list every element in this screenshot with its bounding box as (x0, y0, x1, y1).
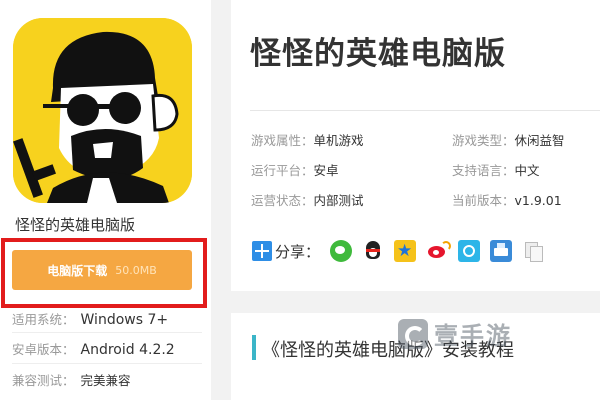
spec-compatibility: 兼容测试： 完美兼容 (12, 370, 131, 389)
attr-value: 安卓 (313, 163, 339, 178)
share-bar: 分享： ★ (252, 238, 554, 264)
share-label: 分享： (275, 242, 321, 261)
attr-value: 单机游戏 (313, 133, 364, 148)
plus-icon[interactable] (252, 241, 272, 261)
spec-label: 安卓版本： (12, 342, 75, 357)
attr-label: 支持语言： (452, 163, 515, 178)
attr-label: 运行平台： (251, 163, 314, 178)
download-file-size: 50.0MB (115, 263, 157, 277)
spec-label: 适用系统： (12, 312, 75, 327)
section-accent-bar (252, 335, 256, 360)
spec-system: 适用系统： Windows 7+ (12, 309, 168, 328)
pc-download-button[interactable]: 电脑版下载 50.0MB (12, 250, 192, 290)
page-title: 怪怪的英雄电脑版 (250, 36, 506, 72)
wechat-icon[interactable] (330, 240, 353, 262)
attr-game-type: 游戏类型：休闲益智 (452, 130, 565, 149)
attr-label: 游戏类型： (452, 133, 515, 148)
hero-illustration-icon (13, 18, 192, 203)
attr-status: 运营状态：内部测试 (251, 190, 364, 209)
app-name: 怪怪的英雄电脑版 (15, 216, 136, 234)
weibo-icon[interactable] (426, 240, 452, 262)
qzone-icon[interactable]: ★ (394, 240, 417, 262)
attr-version: 当前版本：v1.9.01 (452, 190, 562, 209)
attr-game-property: 游戏属性：单机游戏 (251, 130, 364, 149)
title-divider (250, 110, 600, 111)
attr-label: 游戏属性： (251, 133, 314, 148)
watermark-logo-icon (398, 318, 428, 349)
tencent-weibo-icon[interactable] (458, 240, 481, 262)
attr-value: 休闲益智 (514, 133, 565, 148)
attr-label: 运营状态： (251, 193, 314, 208)
qq-icon[interactable] (362, 240, 385, 262)
watermark-text: 壹手游 (434, 322, 512, 350)
app-icon (13, 18, 192, 203)
watermark: 壹手游 (398, 316, 512, 351)
attr-label: 当前版本： (452, 193, 515, 208)
attr-value: v1.9.01 (514, 193, 562, 208)
attr-platform: 运行平台：安卓 (251, 160, 339, 179)
spec-value: 完美兼容 (80, 373, 131, 388)
spec-value: Windows 7+ (80, 312, 169, 328)
copy-icon[interactable] (522, 240, 545, 262)
print-icon[interactable] (490, 240, 513, 262)
attr-value: 内部测试 (313, 193, 364, 208)
spec-android-version: 安卓版本： Android 4.2.2 (12, 339, 175, 358)
spec-divider (12, 363, 202, 364)
spec-divider (12, 332, 202, 333)
download-button-label: 电脑版下载 (47, 263, 108, 278)
spec-label: 兼容测试： (12, 373, 75, 388)
spec-value: Android 4.2.2 (80, 342, 175, 358)
attr-value: 中文 (514, 163, 540, 178)
attr-language: 支持语言：中文 (452, 160, 540, 179)
